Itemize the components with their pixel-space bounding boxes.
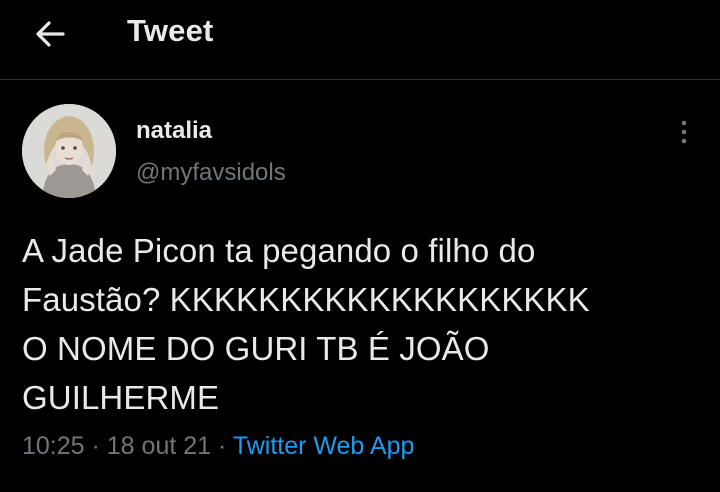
tweet-date[interactable]: 18 out 21 (107, 432, 211, 460)
tweet-text: A Jade Picon ta pegando o filho do Faust… (22, 232, 590, 416)
tweet-time[interactable]: 10:25 (22, 432, 85, 460)
tweet-source-link[interactable]: Twitter Web App (233, 432, 415, 460)
back-button[interactable] (30, 14, 70, 54)
page-title: Tweet (127, 13, 214, 48)
arrow-left-icon (36, 21, 65, 47)
more-options-button[interactable] (668, 116, 700, 148)
author-handle[interactable]: @myfavsidols (136, 159, 286, 187)
profile-photo (22, 104, 116, 198)
top-bar: Tweet (0, 0, 720, 80)
meta-separator: · (84, 432, 107, 460)
avatar[interactable] (22, 104, 116, 198)
author-display-name[interactable]: natalia (136, 117, 212, 145)
meta-separator: · (211, 432, 233, 460)
more-vertical-icon (681, 120, 687, 144)
tweet-meta: 10:25 · 18 out 21 · Twitter Web App (22, 432, 414, 461)
